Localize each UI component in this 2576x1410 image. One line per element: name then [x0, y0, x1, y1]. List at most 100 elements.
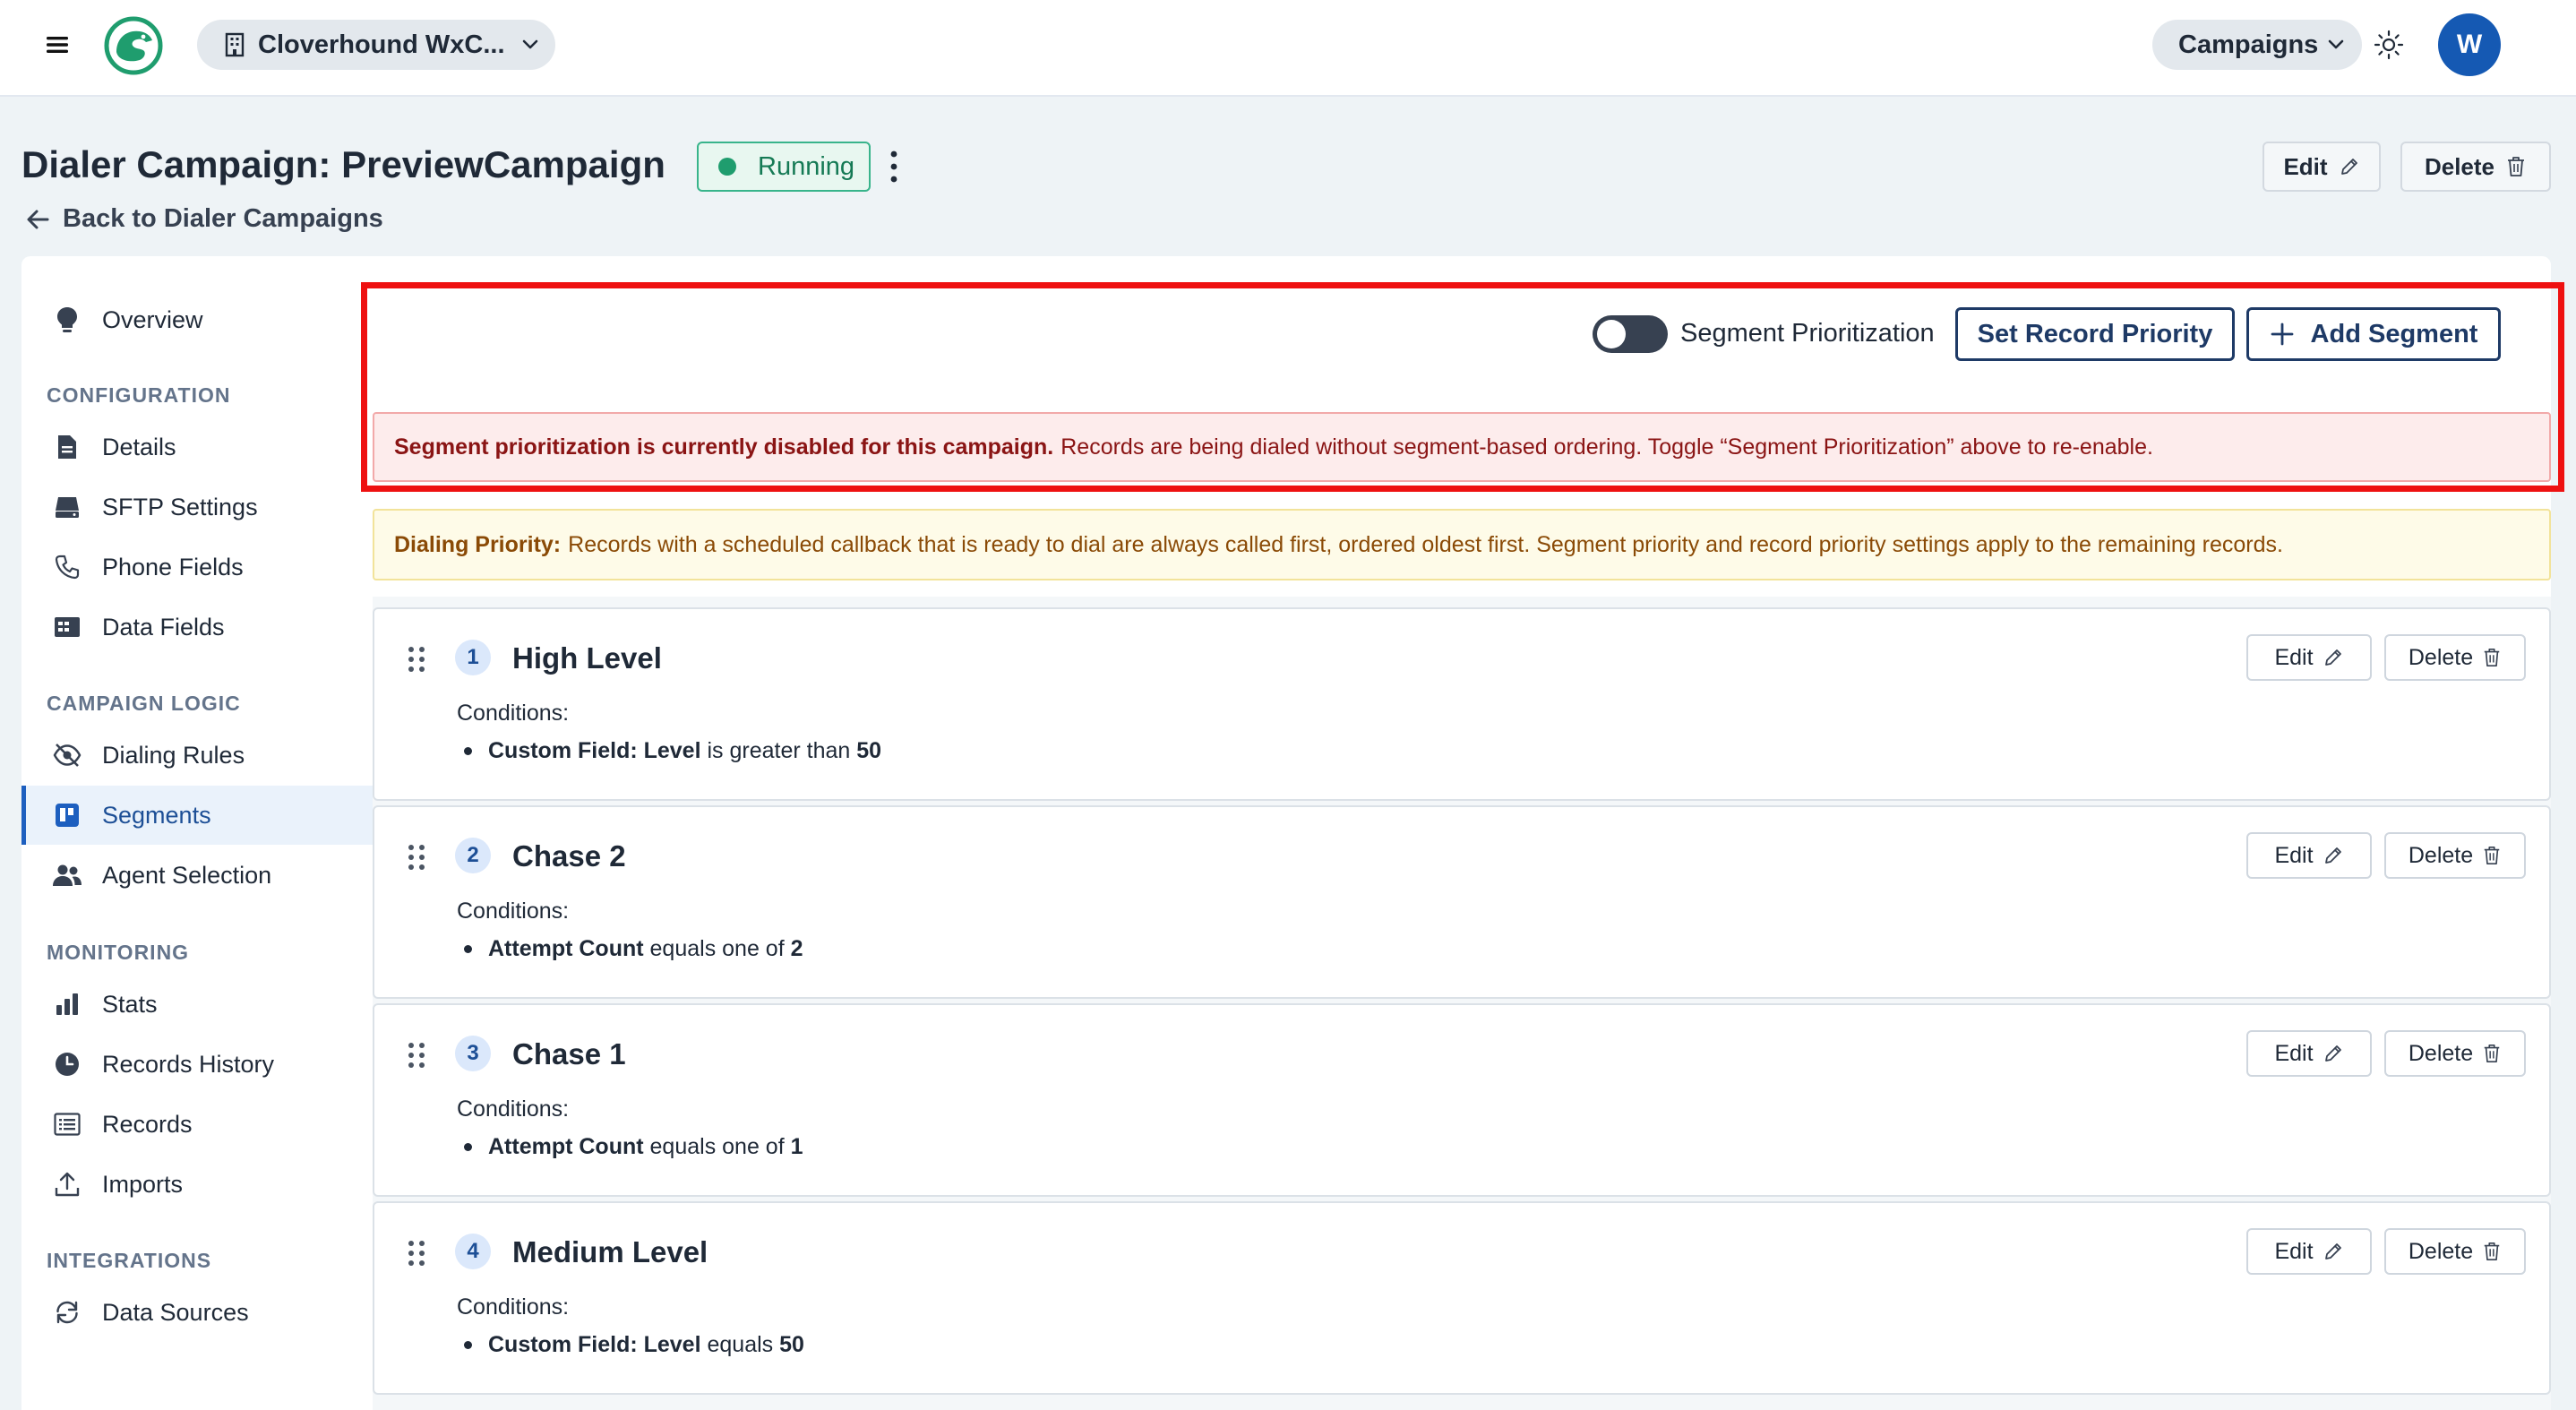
- page-title: Dialer Campaign: PreviewCampaign: [21, 143, 665, 185]
- alert-text: Records are being dialed without segment…: [1060, 434, 2153, 460]
- document-icon: [52, 432, 82, 462]
- sidebar-section-configuration: CONFIGURATION: [47, 383, 231, 407]
- more-options-icon[interactable]: [883, 147, 905, 186]
- condition-value: 50: [856, 738, 882, 763]
- edit-segment-label: Edit: [2274, 644, 2314, 670]
- segment-card: 1 High Level Conditions: Custom Field: L…: [373, 607, 2551, 801]
- condition-operator: equals one of: [649, 1134, 785, 1159]
- sidebar-section-campaign-logic: CAMPAIGN LOGIC: [47, 692, 241, 715]
- campaigns-menu-label: Campaigns: [2178, 30, 2319, 59]
- bullet: [464, 945, 472, 953]
- chevron-down-icon: [521, 39, 539, 51]
- sidebar-item-label: Agent Selection: [102, 861, 272, 889]
- clock-icon: [52, 1049, 82, 1079]
- segment-condition: Attempt Count equals one of 2: [464, 936, 803, 962]
- pencil-icon: [2339, 156, 2360, 177]
- delete-segment-button[interactable]: Delete: [2384, 1030, 2526, 1077]
- condition-value: 2: [790, 936, 803, 961]
- condition-field: Attempt Count: [488, 1134, 644, 1159]
- campaigns-menu[interactable]: Campaigns: [2152, 20, 2362, 70]
- set-record-priority-label: Set Record Priority: [1977, 319, 2213, 348]
- condition-operator: equals: [707, 1332, 774, 1357]
- pencil-icon: [2323, 1241, 2344, 1262]
- trash-icon: [2482, 1241, 2502, 1262]
- drag-handle-icon[interactable]: [407, 843, 426, 872]
- add-segment-button[interactable]: Add Segment: [2246, 307, 2501, 361]
- condition-value: 1: [790, 1134, 803, 1159]
- sidebar-item-phone-fields[interactable]: Phone Fields: [21, 537, 373, 597]
- building-icon: [224, 32, 245, 57]
- refresh-icon: [52, 1297, 82, 1328]
- conditions-label: Conditions:: [457, 1096, 570, 1122]
- edit-segment-button[interactable]: Edit: [2246, 634, 2372, 681]
- segment-number: 2: [455, 838, 491, 873]
- delete-segment-label: Delete: [2408, 1040, 2474, 1066]
- arrow-left-icon: [25, 208, 50, 231]
- segment-prioritization-toggle[interactable]: [1593, 315, 1668, 353]
- pencil-icon: [2323, 1043, 2344, 1064]
- sidebar-item-imports[interactable]: Imports: [21, 1155, 373, 1214]
- segment-card: 3 Chase 1 Conditions: Attempt Count equa…: [373, 1003, 2551, 1197]
- sidebar-item-stats[interactable]: Stats: [21, 975, 373, 1034]
- toggle-knob: [1597, 320, 1626, 348]
- back-to-campaigns-link[interactable]: Back to Dialer Campaigns: [25, 204, 383, 234]
- organization-selector[interactable]: Cloverhound WxC...: [197, 20, 555, 70]
- segment-prioritization-disabled-alert: Segment prioritization is currently disa…: [373, 412, 2551, 482]
- delete-campaign-button[interactable]: Delete: [2400, 142, 2551, 192]
- list-icon: [52, 1109, 82, 1139]
- condition-operator: is greater than: [707, 738, 851, 763]
- sidebar-item-details[interactable]: Details: [21, 417, 373, 477]
- segment-card: 4 Medium Level Conditions: Custom Field:…: [373, 1201, 2551, 1395]
- segment-condition: Custom Field: Level equals 50: [464, 1332, 804, 1358]
- pencil-icon: [2323, 845, 2344, 866]
- drag-handle-icon[interactable]: [407, 645, 426, 674]
- sidebar-item-label: Phone Fields: [102, 553, 244, 580]
- status-dot: [718, 158, 736, 176]
- sun-icon[interactable]: [2373, 29, 2405, 61]
- edit-segment-button[interactable]: Edit: [2246, 832, 2372, 879]
- sidebar-item-overview[interactable]: Overview: [21, 290, 373, 349]
- segment-condition: Custom Field: Level is greater than 50: [464, 738, 881, 764]
- segment-number: 1: [455, 640, 491, 675]
- sidebar-item-data-fields[interactable]: Data Fields: [21, 598, 373, 657]
- drag-handle-icon[interactable]: [407, 1239, 426, 1268]
- app-logo[interactable]: [104, 16, 163, 75]
- pencil-icon: [2323, 647, 2344, 668]
- delete-segment-button[interactable]: Delete: [2384, 634, 2526, 681]
- edit-segment-label: Edit: [2274, 1040, 2314, 1066]
- sidebar-item-label: Records History: [102, 1050, 275, 1078]
- hamburger-menu-icon[interactable]: [45, 32, 70, 57]
- delete-segment-button[interactable]: Delete: [2384, 832, 2526, 879]
- delete-segment-label: Delete: [2408, 644, 2474, 670]
- delete-segment-button[interactable]: Delete: [2384, 1228, 2526, 1275]
- sidebar-item-data-sources[interactable]: Data Sources: [21, 1283, 373, 1342]
- delete-segment-label: Delete: [2408, 842, 2474, 868]
- bullet: [464, 1143, 472, 1151]
- alert-bold-text: Segment prioritization is currently disa…: [394, 434, 1054, 460]
- edit-segment-button[interactable]: Edit: [2246, 1030, 2372, 1077]
- sidebar-item-segments[interactable]: Segments: [21, 786, 373, 845]
- status-label: Running: [758, 151, 855, 181]
- sidebar-section-integrations: INTEGRATIONS: [47, 1249, 212, 1272]
- phone-icon: [52, 552, 82, 582]
- edit-campaign-button[interactable]: Edit: [2263, 142, 2381, 192]
- segment-name: High Level: [512, 641, 662, 675]
- sidebar-item-label: Overview: [102, 305, 203, 333]
- lightbulb-icon: [52, 305, 82, 335]
- sidebar-item-label: Stats: [102, 990, 158, 1018]
- sidebar-item-agent-selection[interactable]: Agent Selection: [21, 846, 373, 905]
- sidebar-item-sftp-settings[interactable]: SFTP Settings: [21, 477, 373, 537]
- drag-handle-icon[interactable]: [407, 1041, 426, 1070]
- sidebar-item-dialing-rules[interactable]: Dialing Rules: [21, 726, 373, 785]
- sidebar-item-records-history[interactable]: Records History: [21, 1035, 373, 1094]
- edit-campaign-label: Edit: [2283, 152, 2328, 180]
- user-avatar[interactable]: W: [2438, 13, 2501, 76]
- delete-campaign-label: Delete: [2424, 152, 2495, 180]
- eye-slash-icon: [52, 740, 82, 770]
- sidebar-item-records[interactable]: Records: [21, 1095, 373, 1154]
- edit-segment-button[interactable]: Edit: [2246, 1228, 2372, 1275]
- chevron-down-icon: [2327, 39, 2345, 51]
- set-record-priority-button[interactable]: Set Record Priority: [1955, 307, 2235, 361]
- server-icon: [52, 492, 82, 522]
- trash-icon: [2482, 1043, 2502, 1064]
